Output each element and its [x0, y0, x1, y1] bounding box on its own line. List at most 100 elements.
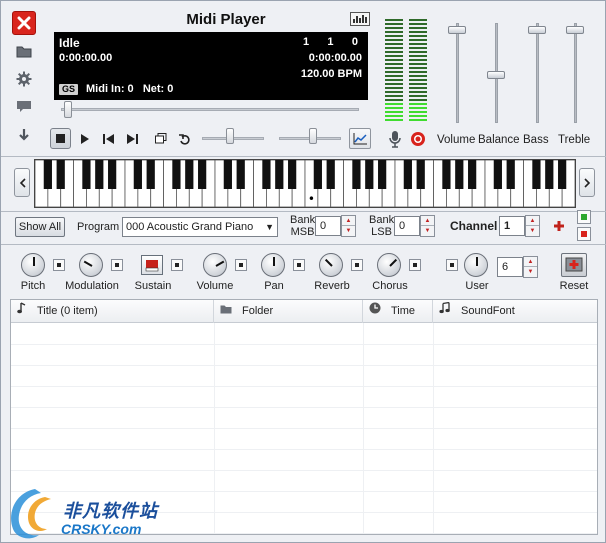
- channel-spinner[interactable]: ▲ ▼: [525, 215, 540, 237]
- spin-down-icon[interactable]: ▼: [342, 226, 355, 236]
- piano-black-key[interactable]: [506, 160, 515, 189]
- piano-black-key[interactable]: [236, 160, 245, 189]
- download-button[interactable]: [12, 123, 36, 147]
- open-folder-button[interactable]: [12, 39, 36, 63]
- piano-black-key[interactable]: [223, 160, 232, 189]
- settings-button[interactable]: [12, 67, 36, 91]
- fader-track-treble[interactable]: [574, 23, 577, 123]
- knob-reset-chorus[interactable]: [409, 259, 421, 271]
- bank-msb-input[interactable]: 0: [315, 216, 341, 236]
- channel-on-button[interactable]: [577, 210, 591, 224]
- piano-black-key[interactable]: [558, 160, 567, 189]
- piano-black-key[interactable]: [43, 160, 52, 189]
- knob-reset-modulation[interactable]: [111, 259, 123, 271]
- spin-down-icon[interactable]: ▼: [524, 267, 537, 277]
- fader-track-volume[interactable]: [456, 23, 459, 123]
- piano-black-key[interactable]: [416, 160, 425, 189]
- piano-black-key[interactable]: [365, 160, 374, 189]
- graph-button[interactable]: [349, 128, 371, 149]
- fader-track-bass[interactable]: [536, 23, 539, 123]
- fader-thumb-balance[interactable]: [487, 71, 505, 79]
- piano-black-key[interactable]: [108, 160, 117, 189]
- sustain-reset-button[interactable]: [171, 259, 183, 271]
- piano-black-key[interactable]: [262, 160, 271, 189]
- spin-up-icon[interactable]: ▲: [342, 216, 355, 226]
- piano-black-key[interactable]: [403, 160, 412, 189]
- channel-off-button[interactable]: [577, 227, 591, 241]
- piano-scroll-left-button[interactable]: [14, 168, 30, 197]
- knob-pitch[interactable]: [21, 253, 45, 277]
- piano-keyboard[interactable]: •: [34, 159, 576, 208]
- spectrum-view-button[interactable]: [350, 12, 370, 26]
- pitch-slider-thumb[interactable]: [308, 128, 317, 144]
- stop-button[interactable]: [50, 128, 71, 149]
- close-button[interactable]: [12, 11, 36, 35]
- piano-black-key[interactable]: [313, 160, 322, 189]
- knob-modulation[interactable]: [79, 253, 103, 277]
- column-header-title[interactable]: Title (0 item): [11, 300, 214, 323]
- knob-chorus[interactable]: [377, 253, 401, 277]
- piano-black-key[interactable]: [133, 160, 142, 189]
- show-all-button[interactable]: Show All: [15, 217, 65, 237]
- piano-black-key[interactable]: [442, 160, 451, 189]
- spin-down-icon[interactable]: ▼: [526, 226, 539, 236]
- piano-black-key[interactable]: [468, 160, 477, 189]
- progress-thumb[interactable]: [63, 101, 72, 118]
- piano-black-key[interactable]: [326, 160, 335, 189]
- piano-black-key[interactable]: [275, 160, 284, 189]
- bank-lsb-spinner[interactable]: ▲ ▼: [420, 215, 435, 237]
- piano-black-key[interactable]: [146, 160, 155, 189]
- repeat-button[interactable]: [174, 128, 195, 149]
- knob-reverb[interactable]: [319, 253, 343, 277]
- comment-button[interactable]: [12, 95, 36, 119]
- user-controller-input[interactable]: 6: [497, 257, 523, 277]
- next-button[interactable]: [122, 128, 143, 149]
- spin-up-icon[interactable]: ▲: [526, 216, 539, 226]
- window-mode-button[interactable]: [150, 128, 171, 149]
- piano-black-key[interactable]: [95, 160, 104, 189]
- reset-button[interactable]: [561, 253, 587, 277]
- piano-black-key[interactable]: [352, 160, 361, 189]
- fader-thumb-bass[interactable]: [528, 25, 546, 34]
- previous-button[interactable]: [98, 128, 119, 149]
- spin-up-icon[interactable]: ▲: [524, 257, 537, 267]
- fader-thumb-treble[interactable]: [566, 25, 584, 34]
- piano-black-key[interactable]: [455, 160, 464, 189]
- piano-black-key[interactable]: [545, 160, 554, 189]
- progress-track[interactable]: [61, 108, 359, 111]
- spin-up-icon[interactable]: ▲: [421, 216, 434, 226]
- tempo-slider-thumb[interactable]: [226, 128, 235, 144]
- knob-reset-reverb[interactable]: [351, 259, 363, 271]
- piano-black-key[interactable]: [198, 160, 207, 189]
- column-header-time[interactable]: Time: [363, 300, 433, 323]
- program-select[interactable]: 000 Acoustic Grand Piano ▼: [122, 217, 278, 237]
- spin-down-icon[interactable]: ▼: [421, 226, 434, 236]
- bank-msb-spinner[interactable]: ▲ ▼: [341, 215, 356, 237]
- knob-reset-user[interactable]: [446, 259, 458, 271]
- knob-pan[interactable]: [261, 253, 285, 277]
- piano-black-key[interactable]: [172, 160, 181, 189]
- piano-keys[interactable]: •: [35, 160, 575, 207]
- piano-black-key[interactable]: [532, 160, 541, 189]
- column-header-folder[interactable]: Folder: [214, 300, 363, 323]
- knob-reset-pan[interactable]: [293, 259, 305, 271]
- record-button[interactable]: [409, 130, 427, 148]
- add-channel-button[interactable]: [552, 219, 566, 233]
- fader-thumb-volume[interactable]: [448, 25, 466, 34]
- knob-reset-volume[interactable]: [235, 259, 247, 271]
- channel-input[interactable]: 1: [499, 216, 525, 236]
- knob-reset-pitch[interactable]: [53, 259, 65, 271]
- piano-black-key[interactable]: [288, 160, 297, 189]
- user-controller-spinner[interactable]: ▲ ▼: [523, 256, 538, 278]
- sustain-toggle[interactable]: [141, 255, 163, 275]
- piano-scroll-right-button[interactable]: [579, 168, 595, 197]
- column-header-soundfont[interactable]: SoundFont: [433, 300, 597, 323]
- piano-black-key[interactable]: [56, 160, 65, 189]
- piano-black-key[interactable]: [493, 160, 502, 189]
- piano-black-key[interactable]: [82, 160, 91, 189]
- piano-black-key[interactable]: [378, 160, 387, 189]
- piano-black-key[interactable]: [185, 160, 194, 189]
- bank-lsb-input[interactable]: 0: [394, 216, 420, 236]
- knob-volume[interactable]: [203, 253, 227, 277]
- microphone-button[interactable]: [386, 130, 404, 148]
